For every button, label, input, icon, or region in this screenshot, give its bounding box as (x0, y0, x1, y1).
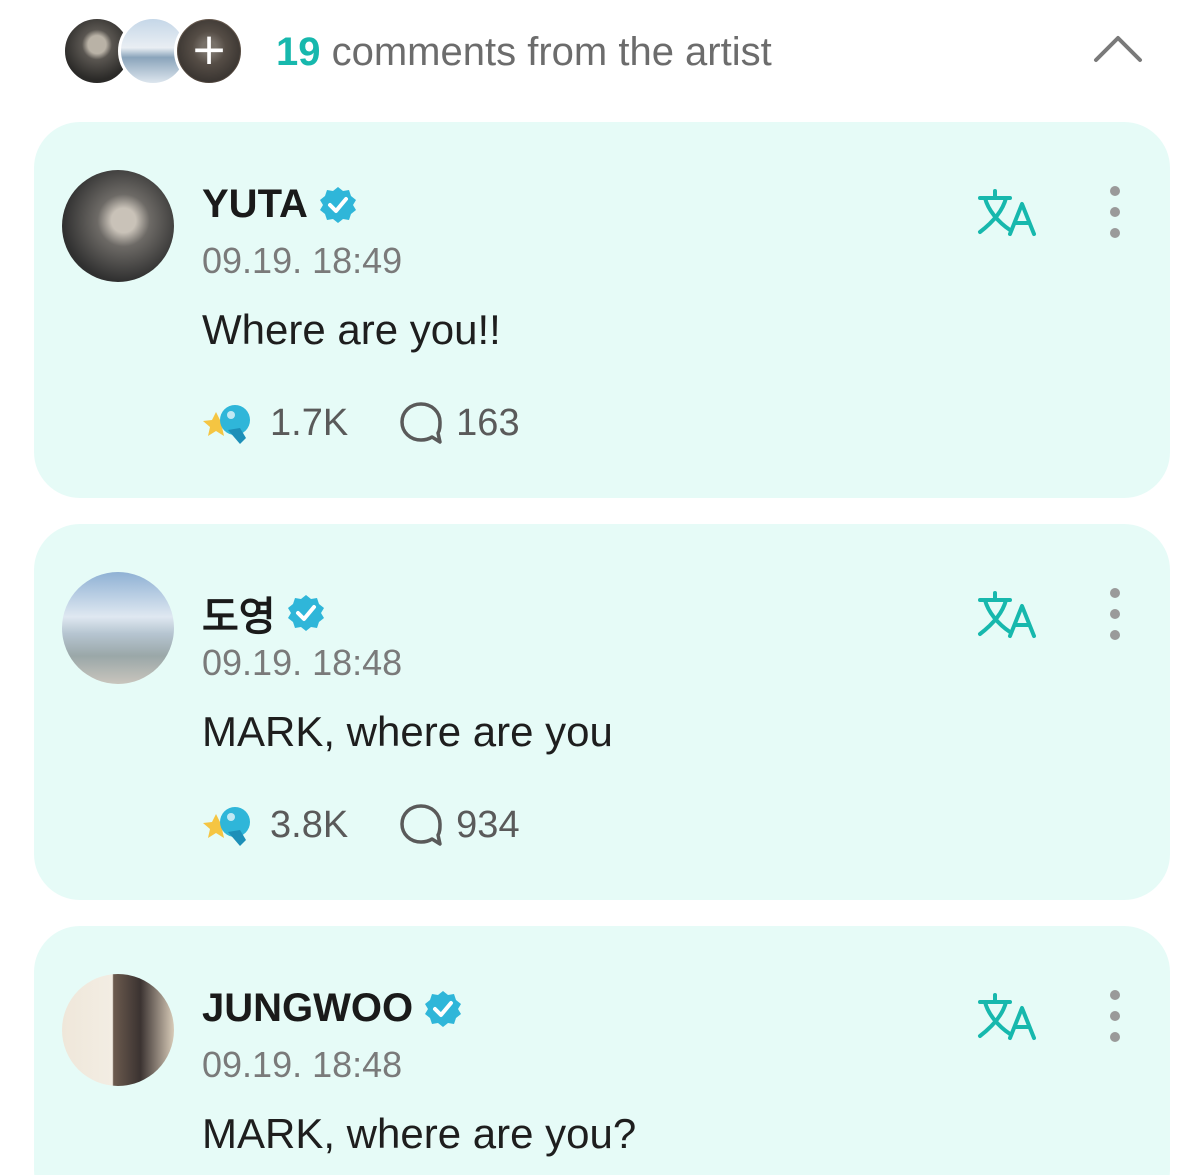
verified-badge-icon (319, 186, 356, 223)
reply-count: 934 (456, 803, 520, 846)
author-name[interactable]: JUNGWOO (202, 986, 463, 1031)
more-vertical-icon[interactable] (1104, 586, 1126, 642)
translate-icon[interactable] (976, 992, 1040, 1042)
comment-count: 19 (276, 30, 321, 74)
artist-comments-header[interactable]: + 19 comments from the artist (0, 0, 1200, 108)
avatar[interactable] (62, 170, 174, 282)
comment-card: 도영 09.19. 18:48 MARK, where are you 3.8K… (34, 524, 1170, 900)
comments-page: + 19 comments from the artist YUTA 09.19… (0, 0, 1200, 1175)
more-vertical-icon[interactable] (1104, 184, 1126, 240)
like-count: 1.7K (270, 401, 349, 444)
cheer-like-icon[interactable] (202, 398, 260, 448)
author-name[interactable]: YUTA (202, 182, 358, 227)
comment-timestamp: 09.19. 18:49 (202, 240, 403, 281)
plus-icon: + (178, 20, 240, 82)
comment-stats: 3.8K 934 (202, 800, 520, 850)
comment-text: Where are you!! (202, 306, 501, 353)
comment-stats: 1.7K 163 (202, 398, 520, 448)
comment-text: MARK, where are you? (202, 1110, 637, 1157)
comment-text: MARK, where are you (202, 708, 613, 755)
verified-badge-icon (425, 990, 462, 1027)
author-name-text: YUTA (202, 182, 308, 226)
comment-timestamp: 09.19. 18:48 (202, 642, 403, 683)
translate-icon[interactable] (976, 590, 1040, 640)
translate-icon[interactable] (976, 188, 1040, 238)
avatar[interactable] (62, 572, 174, 684)
header-title-text: comments from the artist (320, 30, 772, 74)
comment-timestamp: 09.19. 18:48 (202, 1044, 403, 1085)
author-name-text: JUNGWOO (202, 986, 414, 1030)
comment-card: JUNGWOO 09.19. 18:48 MARK, where are you… (34, 926, 1170, 1175)
cheer-like-icon[interactable] (202, 800, 260, 850)
reply-bubble-icon[interactable] (398, 400, 444, 446)
chevron-up-icon[interactable] (1092, 30, 1144, 64)
reply-count: 163 (456, 401, 520, 444)
more-vertical-icon[interactable] (1104, 988, 1126, 1044)
avatar[interactable] (62, 974, 174, 1086)
verified-badge-icon (287, 595, 324, 631)
author-name[interactable]: 도영 (202, 584, 326, 642)
reply-bubble-icon[interactable] (398, 802, 444, 848)
author-name-text: 도영 (202, 595, 276, 639)
comment-card: YUTA 09.19. 18:49 Where are you!! 1.7K 1… (34, 122, 1170, 498)
header-title: 19 comments from the artist (276, 30, 772, 75)
like-count: 3.8K (270, 803, 349, 846)
